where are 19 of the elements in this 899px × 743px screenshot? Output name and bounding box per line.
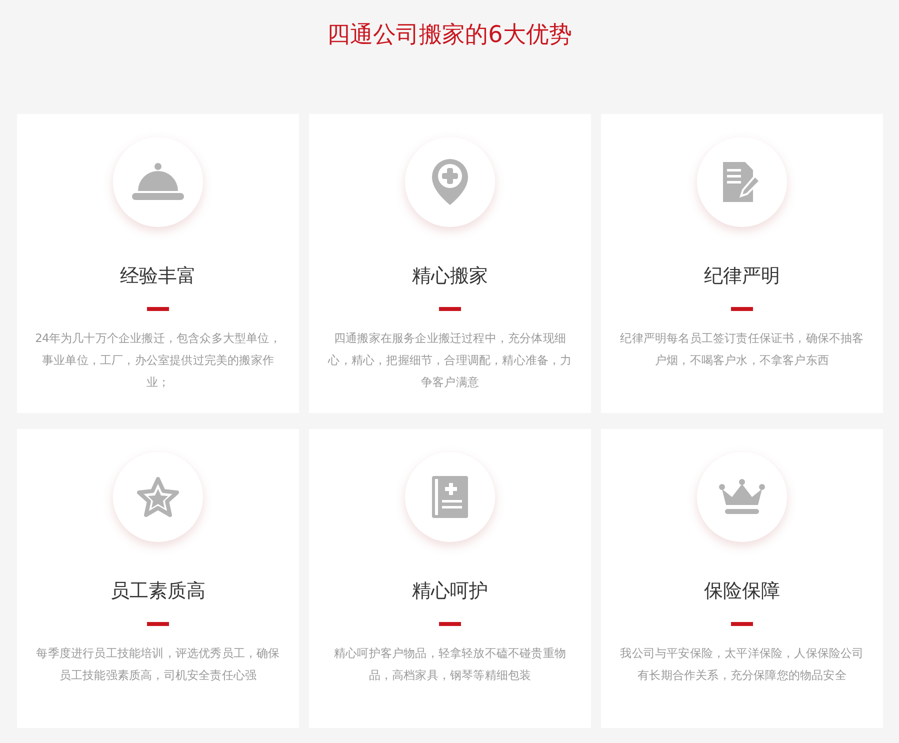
card-heading: 精心搬家 <box>412 264 488 289</box>
card-description: 纪律严明每名员工签订责任保证书，确保不抽客户烟，不喝客户水，不拿客户东西 <box>619 330 865 369</box>
card-description: 四通搬家在服务企业搬迁过程中，充分体现细心，精心，把握细节，合理调配，精心准备，力争客户满意 <box>327 330 573 391</box>
star-icon <box>137 477 179 517</box>
crown-icon <box>719 479 765 515</box>
card-heading: 精心呵护 <box>412 579 488 604</box>
document-plus-icon <box>432 476 468 518</box>
document-pen-icon <box>723 162 761 202</box>
card-description: 精心呵护客户物品，轻拿轻放不磕不碰贵重物品，高档家具，钢琴等精细包装 <box>332 645 567 684</box>
card-heading: 纪律严明 <box>704 264 780 289</box>
map-pin-icon <box>432 159 468 205</box>
card-description: 我公司与平安保险，太平洋保险，人保保险公司有长期合作关系，充分保障您的物品安全 <box>619 645 865 684</box>
section-title: 四通公司搬家的6大优势 <box>327 21 572 50</box>
card-heading: 员工素质高 <box>110 579 206 604</box>
card-description: 每季度进行员工技能培训，评选优秀员工，确保员工技能强素质高，司机安全责任心强 <box>35 645 281 684</box>
card-description: 24年为几十万个企业搬迁，包含众多大型单位，事业单位，工厂，办公室提供过完美的搬家作业； <box>34 330 282 391</box>
card-heading: 经验丰富 <box>120 264 196 289</box>
card-heading: 保险保障 <box>704 579 780 604</box>
cloche-icon <box>132 163 184 201</box>
